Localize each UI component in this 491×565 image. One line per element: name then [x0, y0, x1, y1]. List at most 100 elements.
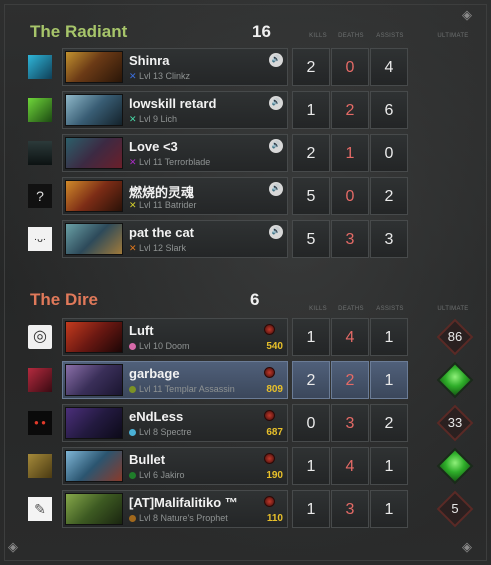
gold-orb-icon	[264, 410, 275, 421]
speaker-icon[interactable]: 🔊	[269, 225, 283, 239]
player-color-mark-icon: ✕	[129, 200, 137, 210]
player-name: lowskill retard	[129, 96, 217, 111]
deaths-value: 0	[331, 177, 369, 215]
deaths-value: 3	[331, 220, 369, 258]
ultimate-cooldown-value: 5	[451, 501, 459, 516]
player-avatar[interactable]: ·ᴗ·	[28, 227, 52, 251]
hero-level-name: Lvl 12 Slark	[139, 243, 187, 253]
player-card[interactable]: 燃烧的灵魂 ✕ Lvl 11 Batrider 🔊	[62, 177, 288, 215]
assists-value: 2	[370, 404, 408, 442]
player-avatar[interactable]: ?	[28, 184, 52, 208]
deaths-value: 3	[331, 404, 369, 442]
player-avatar[interactable]: ◎	[28, 325, 52, 349]
hero-info: Lvl 10 Doom	[129, 341, 190, 351]
deaths-value: 0	[331, 48, 369, 86]
player-row[interactable]: Love <3 ✕ Lvl 11 Terrorblade 🔊 2 1 0	[62, 134, 411, 172]
player-row[interactable]: eNdLess Lvl 8 Spectre 687 0 3 2	[62, 404, 411, 442]
player-row[interactable]: lowskill retard ✕ Lvl 9 Lich 🔊 1 2 6	[62, 91, 411, 129]
player-avatar[interactable]	[28, 454, 52, 478]
radiant-title: The Radiant	[30, 22, 128, 41]
player-card[interactable]: garbage Lvl 11 Templar Assassin 809	[62, 361, 288, 399]
player-row[interactable]: Shinra ✕ Lvl 13 Clinkz 🔊 2 0 4	[62, 48, 411, 86]
hero-portrait	[65, 51, 123, 83]
ultimate-indicator	[436, 361, 474, 399]
hero-info: ✕ Lvl 12 Slark	[129, 243, 186, 254]
player-name: 燃烧的灵魂	[129, 185, 195, 200]
assists-value: 2	[370, 177, 408, 215]
radiant-score: 16	[252, 22, 271, 41]
deaths-value: 2	[331, 361, 369, 399]
player-row[interactable]: pat the cat ✕ Lvl 12 Slark 🔊 5 3 3	[62, 220, 411, 258]
player-card[interactable]: Luft Lvl 10 Doom 540	[62, 318, 288, 356]
player-row[interactable]: Luft Lvl 10 Doom 540 1 4 1	[62, 318, 411, 356]
player-card[interactable]: eNdLess Lvl 8 Spectre 687	[62, 404, 288, 442]
corner-ornament-icon: ◈	[462, 7, 472, 22]
ultimate-cooldown-value: 33	[447, 415, 463, 430]
gold-amount: 110	[266, 513, 283, 524]
deaths-value: 4	[331, 447, 369, 485]
player-card[interactable]: Love <3 ✕ Lvl 11 Terrorblade 🔊	[62, 134, 288, 172]
dire-score: 6	[250, 290, 260, 309]
hero-level-name: Lvl 13 Clinkz	[139, 71, 191, 81]
ultimate-header: ULTIMATE	[437, 33, 469, 39]
player-row[interactable]: [AT]Malifalitiko ™ Lvl 8 Nature's Prophet…	[62, 490, 411, 528]
hero-portrait	[65, 321, 123, 353]
ultimate-indicator	[436, 447, 474, 485]
gold-orb-icon	[264, 496, 275, 507]
speaker-icon[interactable]: 🔊	[269, 96, 283, 110]
player-avatar[interactable]	[28, 98, 52, 122]
gold-amount: 809	[266, 384, 283, 395]
player-avatar[interactable]	[28, 368, 52, 392]
player-card[interactable]: [AT]Malifalitiko ™ Lvl 8 Nature's Prophet…	[62, 490, 288, 528]
player-card[interactable]: Bullet Lvl 6 Jakiro 190	[62, 447, 288, 485]
face-avatar-icon: ·ᴗ·	[33, 234, 47, 245]
kills-value: 1	[292, 447, 330, 485]
sketch-avatar-icon: ✎	[34, 501, 46, 517]
hero-portrait	[65, 180, 123, 212]
player-name: Shinra	[129, 53, 170, 68]
assists-value: 3	[370, 220, 408, 258]
player-row[interactable]: garbage Lvl 11 Templar Assassin 809 2 2 1	[62, 361, 411, 399]
hero-level-name: Lvl 10 Doom	[139, 341, 190, 351]
kills-value: 2	[292, 48, 330, 86]
player-name: eNdLess	[129, 409, 184, 424]
speaker-icon[interactable]: 🔊	[269, 53, 283, 67]
kills-value: 1	[292, 490, 330, 528]
hero-info: Lvl 11 Templar Assassin	[129, 384, 235, 394]
assists-value: 1	[370, 318, 408, 356]
unknown-avatar-icon: ?	[36, 188, 44, 204]
player-color-mark-icon: ✕	[129, 71, 137, 81]
gold-amount: 190	[266, 470, 283, 481]
player-avatar[interactable]: ● ●	[28, 411, 52, 435]
assists-value: 1	[370, 490, 408, 528]
hero-level-name: Lvl 11 Templar Assassin	[139, 384, 235, 394]
ultimate-ready-icon	[436, 361, 474, 399]
player-row[interactable]: 燃烧的灵魂 ✕ Lvl 11 Batrider 🔊 5 0 2	[62, 177, 411, 215]
dire-title: The Dire	[30, 290, 99, 309]
spiral-avatar-icon: ◎	[33, 328, 47, 345]
player-name: Luft	[129, 323, 154, 338]
player-row[interactable]: Bullet Lvl 6 Jakiro 190 1 4 1	[62, 447, 411, 485]
deaths-value: 3	[331, 490, 369, 528]
player-avatar[interactable]: ✎	[28, 497, 52, 521]
kills-value: 1	[292, 318, 330, 356]
player-color-dot-icon	[129, 515, 136, 522]
hero-level-name: Lvl 9 Lich	[139, 114, 178, 124]
hero-level-name: Lvl 11 Batrider	[139, 200, 197, 210]
deaths-value: 2	[331, 91, 369, 129]
gold-orb-icon	[264, 367, 275, 378]
assists-value: 6	[370, 91, 408, 129]
player-avatar[interactable]	[28, 55, 52, 79]
player-avatar[interactable]	[28, 141, 52, 165]
deaths-header: DEATHS	[338, 33, 364, 39]
player-card[interactable]: Shinra ✕ Lvl 13 Clinkz 🔊	[62, 48, 288, 86]
hero-info: ✕ Lvl 11 Batrider	[129, 200, 196, 211]
speaker-icon[interactable]: 🔊	[269, 139, 283, 153]
player-card[interactable]: pat the cat ✕ Lvl 12 Slark 🔊	[62, 220, 288, 258]
gold-orb-icon	[264, 324, 275, 335]
speaker-icon[interactable]: 🔊	[269, 182, 283, 196]
hero-portrait	[65, 223, 123, 255]
player-card[interactable]: lowskill retard ✕ Lvl 9 Lich 🔊	[62, 91, 288, 129]
player-color-mark-icon: ✕	[129, 157, 137, 167]
hero-info: ✕ Lvl 11 Terrorblade	[129, 157, 210, 168]
